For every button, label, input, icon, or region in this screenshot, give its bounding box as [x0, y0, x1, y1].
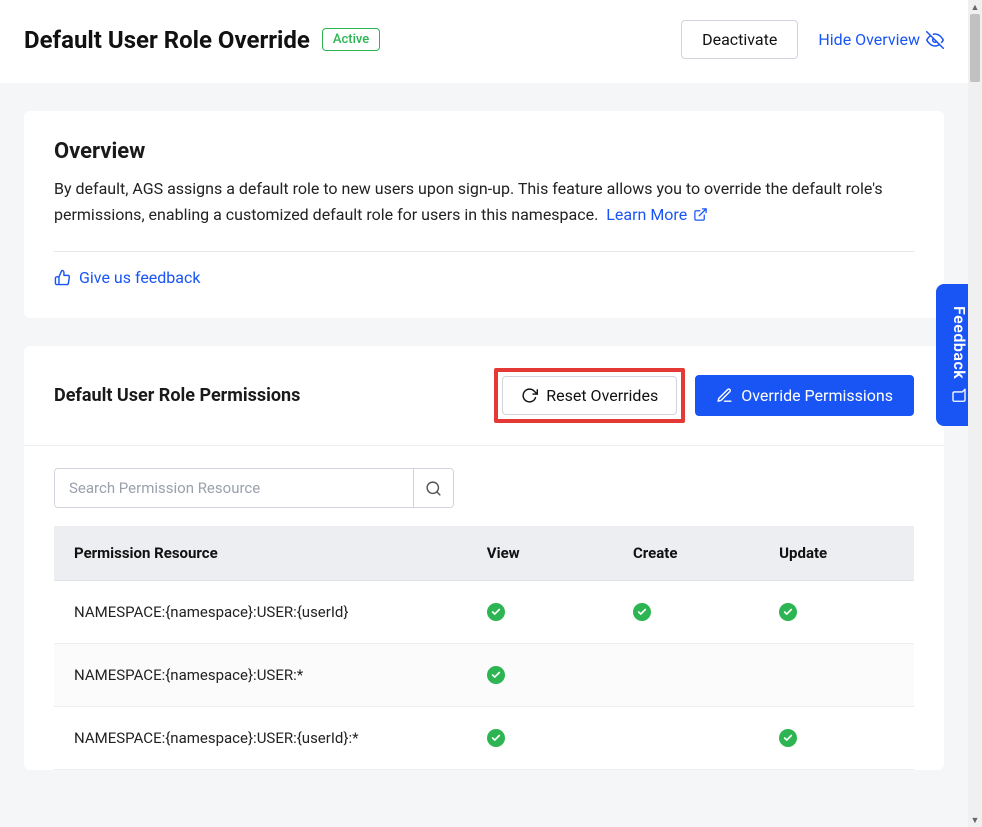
hide-overview-link[interactable]: Hide Overview: [818, 30, 944, 49]
external-link-icon: [693, 207, 708, 222]
permissions-table: Permission Resource View Create Update N…: [54, 526, 914, 770]
hide-overview-label: Hide Overview: [818, 30, 920, 49]
edit-icon: [716, 387, 733, 404]
cell-update: [759, 707, 914, 770]
learn-more-label: Learn More: [606, 202, 687, 228]
reset-overrides-button[interactable]: Reset Overrides: [502, 376, 677, 415]
table-row: NAMESPACE:{namespace}:USER:*: [54, 644, 914, 707]
permissions-title: Default User Role Permissions: [54, 385, 300, 406]
check-icon: [779, 603, 797, 621]
cell-view: [467, 581, 613, 644]
eye-off-icon: [926, 31, 944, 49]
override-permissions-button[interactable]: Override Permissions: [695, 375, 914, 416]
refresh-icon: [521, 387, 538, 404]
cell-create: [613, 581, 759, 644]
give-feedback-link[interactable]: Give us feedback: [54, 268, 200, 287]
permissions-card: Default User Role Permissions Reset Over…: [24, 346, 944, 770]
search-button[interactable]: [413, 469, 453, 507]
col-header-resource: Permission Resource: [54, 526, 467, 581]
check-icon: [487, 666, 505, 684]
cell-view: [467, 644, 613, 707]
status-badge: Active: [322, 28, 380, 51]
deactivate-button[interactable]: Deactivate: [681, 20, 798, 59]
give-feedback-label: Give us feedback: [79, 268, 200, 287]
cell-update: [759, 644, 914, 707]
overview-body-text: By default, AGS assigns a default role t…: [54, 179, 883, 224]
cell-update: [759, 581, 914, 644]
feedback-tab-label: Feedback: [950, 306, 969, 379]
chat-icon: [951, 388, 967, 404]
cell-resource: NAMESPACE:{namespace}:USER:{userId}: [54, 581, 467, 644]
check-icon: [633, 603, 651, 621]
cell-view: [467, 707, 613, 770]
col-header-update: Update: [759, 526, 914, 581]
search-wrap: [54, 468, 454, 508]
overview-body: By default, AGS assigns a default role t…: [54, 176, 914, 227]
override-permissions-label: Override Permissions: [741, 386, 893, 405]
scrollbar[interactable]: ▲ ▼: [968, 0, 982, 827]
scroll-up-arrow[interactable]: ▲: [968, 0, 982, 14]
scroll-thumb[interactable]: [970, 14, 980, 82]
table-row: NAMESPACE:{namespace}:USER:{userId}:*: [54, 707, 914, 770]
cell-create: [613, 707, 759, 770]
cell-create: [613, 644, 759, 707]
check-icon: [779, 729, 797, 747]
page-title: Default User Role Override: [24, 26, 310, 54]
check-icon: [487, 603, 505, 621]
permissions-header: Default User Role Permissions Reset Over…: [24, 346, 944, 446]
page-header: Default User Role Override Active Deacti…: [0, 0, 968, 83]
deactivate-label: Deactivate: [702, 30, 777, 49]
col-header-view: View: [467, 526, 613, 581]
search-icon: [425, 480, 442, 497]
col-header-create: Create: [613, 526, 759, 581]
divider: [54, 251, 914, 252]
cell-resource: NAMESPACE:{namespace}:USER:*: [54, 644, 467, 707]
cell-resource: NAMESPACE:{namespace}:USER:{userId}:*: [54, 707, 467, 770]
table-row: NAMESPACE:{namespace}:USER:{userId}: [54, 581, 914, 644]
reset-overrides-label: Reset Overrides: [546, 386, 658, 405]
search-input[interactable]: [55, 469, 413, 507]
scroll-down-arrow[interactable]: ▼: [968, 813, 982, 827]
overview-title: Overview: [54, 139, 914, 164]
reset-highlight: Reset Overrides: [494, 368, 685, 423]
check-icon: [487, 729, 505, 747]
overview-card: Overview By default, AGS assigns a defau…: [24, 111, 944, 318]
learn-more-link[interactable]: Learn More: [606, 202, 708, 228]
thumbs-up-icon: [54, 269, 71, 286]
